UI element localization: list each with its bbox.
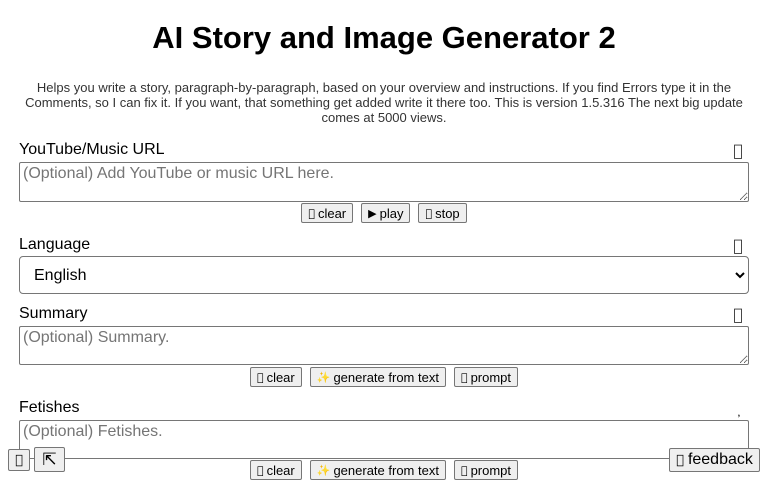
summary-clear-label: clear	[263, 369, 295, 385]
language-label: Language	[19, 236, 91, 253]
fetishes-prompt-label: prompt	[463, 462, 511, 478]
fetishes-clear-button[interactable]:  clear	[249, 460, 302, 480]
summary-prompt-button[interactable]:  prompt	[453, 367, 519, 387]
summary-prompt-label: prompt	[463, 369, 511, 385]
edit-icon: 	[461, 371, 468, 384]
expand-button[interactable]: ⇱	[34, 447, 65, 472]
summary-generate-button[interactable]: ✨ generate from text	[309, 367, 446, 387]
comments-icon: 	[676, 453, 684, 468]
youtube-label: YouTube/Music URL	[19, 141, 165, 158]
stop-label: stop	[428, 205, 460, 221]
play-icon: ▶	[364, 206, 376, 220]
sparkles-icon: ✨	[313, 370, 331, 384]
volume-icon: 	[733, 141, 743, 160]
fetishes-input[interactable]	[19, 420, 749, 459]
menu-icon: 	[15, 453, 23, 468]
stop-icon: 	[425, 207, 432, 220]
language-select[interactable]: English	[19, 256, 749, 294]
youtube-clear-label: clear	[314, 205, 346, 221]
heart-icon: 	[738, 399, 743, 419]
youtube-url-input[interactable]	[19, 162, 749, 202]
sparkles-icon: ✨	[313, 463, 331, 477]
fetishes-prompt-button[interactable]:  prompt	[453, 460, 519, 480]
menu-button[interactable]: 	[8, 449, 30, 471]
feedback-button[interactable]:  feedback	[669, 448, 760, 472]
summary-label: Summary	[19, 305, 88, 322]
language-icon: 	[733, 236, 743, 255]
trash-icon: 	[257, 464, 264, 477]
play-label: play	[376, 205, 404, 221]
document-icon: 	[733, 305, 743, 324]
summary-input[interactable]	[19, 326, 749, 365]
summary-generate-label: generate from text	[330, 369, 439, 385]
fetishes-generate-button[interactable]: ✨ generate from text	[309, 460, 446, 480]
page-description: Helps you write a story, paragraph-by-pa…	[25, 80, 743, 125]
fetishes-clear-label: clear	[263, 462, 295, 478]
youtube-clear-button[interactable]:  clear	[301, 203, 354, 223]
summary-clear-button[interactable]:  clear	[249, 367, 302, 387]
fetishes-generate-label: generate from text	[330, 462, 439, 478]
feedback-label: feedback	[684, 451, 753, 468]
trash-icon: 	[257, 371, 264, 384]
stop-button[interactable]:  stop	[418, 203, 467, 223]
page-title: AI Story and Image Generator 2	[152, 20, 616, 55]
fetishes-label: Fetishes	[19, 399, 80, 416]
play-button[interactable]: ▶ play	[361, 203, 411, 223]
edit-icon: 	[461, 464, 468, 477]
expand-icon: ⇱	[42, 449, 57, 470]
trash-icon: 	[308, 207, 315, 220]
